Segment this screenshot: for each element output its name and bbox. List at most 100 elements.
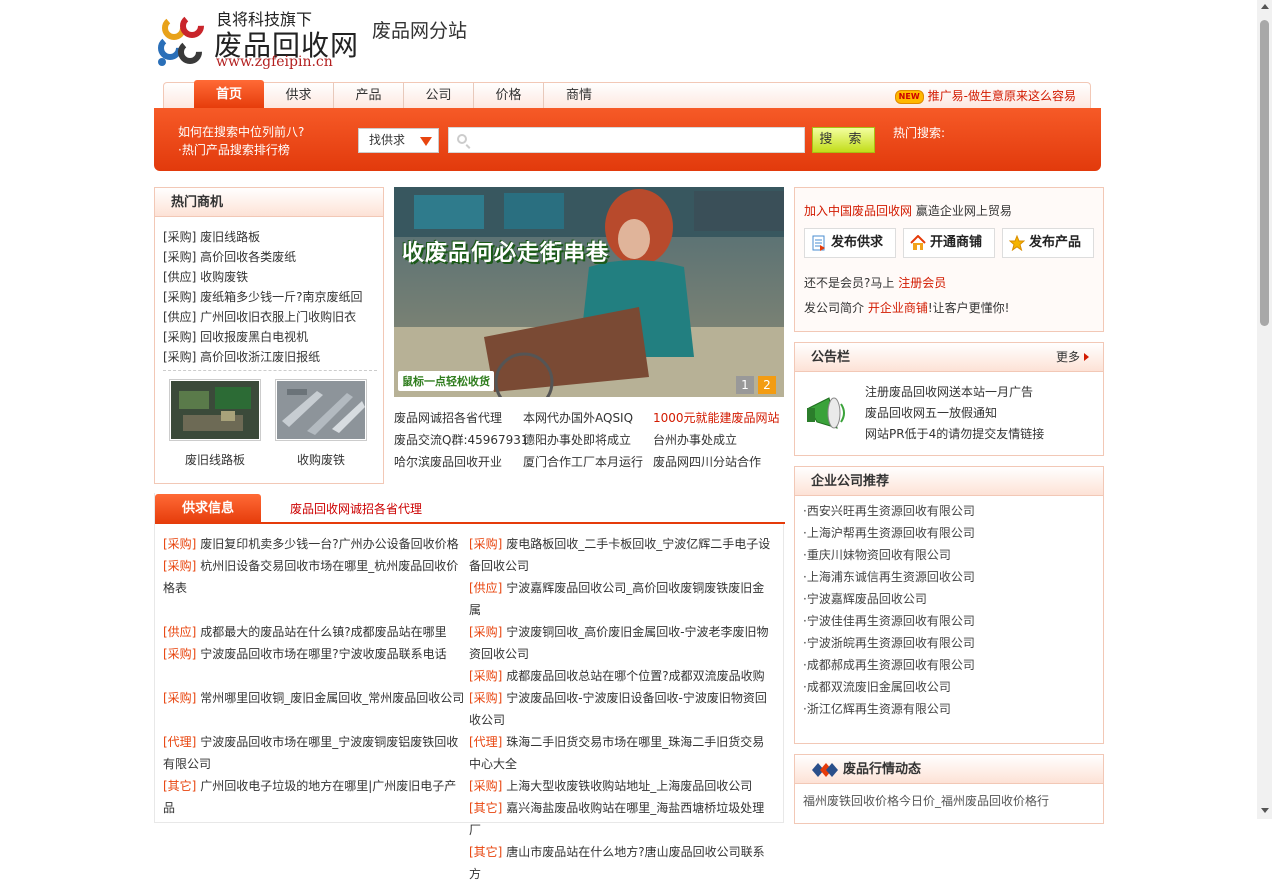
list-item-text: 宁波废品回收市场在哪里_宁波废铜废铝废铁回收有限公司: [163, 735, 459, 771]
list-item-text: 常州哪里回收铜_废旧金属回收_常州废品回收公司: [200, 691, 465, 705]
list-item[interactable]: [采购] 杭州旧设备交易回收市场在哪里_杭州废品回收价格表: [163, 555, 468, 599]
ranking-help-link[interactable]: 如何在搜索中位列前八?: [178, 125, 304, 139]
news-link[interactable]: 废品交流Q群:45967931: [394, 429, 529, 451]
news-link[interactable]: 废品网四川分站合作: [653, 451, 761, 473]
company-item[interactable]: ·成都郝成再生资源回收有限公司: [803, 654, 1103, 676]
hot-panel-title: 热门商机: [155, 188, 383, 217]
news-link[interactable]: 德阳办事处即将成立: [523, 429, 631, 451]
list-item-tag: [采购]: [469, 691, 503, 705]
scroll-down-icon[interactable]: [1261, 808, 1269, 813]
company-item[interactable]: ·宁波佳佳再生资源回收有限公司: [803, 610, 1103, 632]
hot-item[interactable]: [采购] 废旧线路板: [163, 227, 383, 247]
nav-item-prices[interactable]: 价格: [474, 83, 544, 109]
open-shop-button[interactable]: 开通商铺: [903, 228, 995, 258]
search-input[interactable]: [448, 127, 805, 153]
slider-page-1[interactable]: 1: [736, 376, 754, 394]
search-type-select[interactable]: 找供求: [358, 128, 439, 153]
list-item-tag: [供应]: [469, 581, 503, 595]
list-item[interactable]: [其它] 嘉兴海盐废品收购站在哪里_海盐西塘桥垃圾处理厂: [469, 797, 774, 841]
company-item[interactable]: ·宁波嘉辉废品回收公司: [803, 588, 1103, 610]
scrollbar[interactable]: [1257, 0, 1272, 819]
nav-item-products[interactable]: 产品: [334, 83, 404, 109]
circuit-board-thumbnail[interactable]: [169, 379, 261, 441]
list-item[interactable]: [采购] 废电路板回收_二手卡板回收_宁波亿辉二手电子设备回收公司: [469, 533, 774, 577]
list-item-tag: [代理]: [163, 735, 197, 749]
hot-ranking-link[interactable]: ·热门产品搜索排行榜: [178, 143, 290, 157]
company-item[interactable]: ·成都双流废旧金属回收公司: [803, 676, 1103, 698]
nav-item-home[interactable]: 首页: [194, 80, 264, 109]
notice-item[interactable]: 废品回收网五一放假通知: [865, 403, 1044, 424]
notice-header: 公告栏 更多: [795, 343, 1103, 372]
publish-product-button[interactable]: 发布产品: [1002, 228, 1094, 258]
join-link[interactable]: 加入中国废品回收网: [804, 204, 912, 218]
hot-item[interactable]: [采购] 回收报废黑白电视机: [163, 327, 383, 347]
list-item[interactable]: [其它] 广州回收电子垃圾的地方在哪里|广州废旧电子产品: [163, 775, 468, 819]
divider: [163, 370, 377, 371]
nav-item-market[interactable]: 商情: [544, 83, 614, 109]
list-item[interactable]: [采购] 上海大型收废铁收购站地址_上海废品回收公司: [469, 775, 774, 797]
list-item[interactable]: [采购] 废旧复印机卖多少钱一台?广州办公设备回收价格: [163, 533, 468, 555]
publish-supply-button[interactable]: 发布供求: [804, 228, 896, 258]
list-item-text: 宁波废品回收-宁波废旧设备回收-宁波废旧物资回收公司: [469, 691, 767, 727]
list-item[interactable]: [采购] 宁波废铜回收_高价废旧金属回收-宁波老李废旧物资回收公司: [469, 621, 774, 665]
star-icon: [1009, 235, 1025, 251]
search-button[interactable]: 搜 索: [812, 127, 875, 153]
list-item-tag: [其它]: [163, 779, 197, 793]
news-link[interactable]: 废品网诚招各省代理: [394, 407, 502, 429]
news-link[interactable]: 台州办事处成立: [653, 429, 737, 451]
list-item[interactable]: [采购] 宁波废品回收-宁波废旧设备回收-宁波废旧物资回收公司: [469, 687, 774, 731]
hot-item[interactable]: [采购] 高价回收各类废纸: [163, 247, 383, 267]
nav-item-supply[interactable]: 供求: [264, 83, 334, 109]
search-links: 如何在搜索中位列前八? ·热门产品搜索排行榜: [178, 123, 304, 159]
register-line: 还不是会员?马上 注册会员: [804, 274, 946, 291]
news-link[interactable]: 1000元就能建废品网站: [653, 407, 780, 429]
list-item[interactable]: [代理] 宁波废品回收市场在哪里_宁波废铜废铝废铁回收有限公司: [163, 731, 468, 775]
thumb-caption[interactable]: 废旧线路板: [169, 451, 261, 468]
list-item[interactable]: [其它] 唐山市废品站在什么地方?唐山废品回收公司联系方: [469, 841, 774, 885]
register-link[interactable]: 注册会员: [898, 276, 946, 290]
scrap-iron-thumbnail[interactable]: [275, 379, 367, 441]
agent-recruit-link[interactable]: 废品回收网诚招各省代理: [290, 500, 422, 517]
company-item[interactable]: ·重庆川妹物资回收有限公司: [803, 544, 1103, 566]
company-item[interactable]: ·西安兴旺再生资源回收有限公司: [803, 500, 1103, 522]
hot-item[interactable]: [供应] 收购废铁: [163, 267, 383, 287]
list-item[interactable]: [采购] 常州哪里回收铜_废旧金属回收_常州废品回收公司: [163, 687, 468, 709]
list-item[interactable]: [供应] 成都最大的废品站在什么镇?成都废品站在哪里: [163, 621, 468, 643]
scrollbar-thumb[interactable]: [1260, 20, 1269, 326]
list-item[interactable]: [供应] 宁波嘉辉废品回收公司_高价回收废铜废铁废旧金属: [469, 577, 774, 621]
market-item[interactable]: 福州废铁回收价格今日价_福州废品回收价格行: [803, 794, 1049, 808]
open-shop-link[interactable]: 开企业商铺: [868, 301, 928, 315]
list-item[interactable]: [代理] 珠海二手旧货交易市场在哪里_珠海二手旧货交易中心大全: [469, 731, 774, 775]
list-item[interactable]: [采购] 成都废品回收总站在哪个位置?成都双流废品收购: [469, 665, 774, 687]
notice-item[interactable]: 网站PR低于4的请勿提交友情链接: [865, 424, 1044, 445]
thumb-caption[interactable]: 收购废铁: [275, 451, 367, 468]
market-title: 废品行情动态: [843, 762, 922, 777]
hot-item[interactable]: [采购] 高价回收浙江废旧报纸: [163, 347, 383, 367]
slider-page-2[interactable]: 2: [758, 376, 776, 394]
news-link[interactable]: 哈尔滨废品回收开业: [394, 451, 502, 473]
news-link[interactable]: 厦门合作工厂本月运行: [523, 451, 643, 473]
notice-item[interactable]: 注册废品回收网送本站一月广告: [865, 382, 1044, 403]
tab-supply[interactable]: 供求信息: [155, 494, 261, 524]
company-item[interactable]: ·上海沪帮再生资源回收有限公司: [803, 522, 1103, 544]
banner-slider[interactable]: 收废品何必走街串巷 鼠标一点轻松收货 1 2: [394, 187, 784, 397]
promo-link[interactable]: NEW 推广易-做生意原来这么容易: [894, 83, 1076, 109]
news-link[interactable]: 本网代办国外AQSIQ: [523, 407, 633, 429]
site-logo[interactable]: 良将科技旗下 废品回收网 www.zgfeipin.cn 废品网分站: [154, 6, 494, 76]
notice-title: 公告栏: [811, 350, 851, 365]
market-panel: 废品行情动态 福州废铁回收价格今日价_福州废品回收价格行: [794, 754, 1104, 824]
hot-item[interactable]: [供应] 广州回收旧衣服上门收购旧衣: [163, 307, 383, 327]
company-item[interactable]: ·浙江亿辉再生资源有限公司: [803, 698, 1103, 720]
company-item[interactable]: ·宁波浙皖再生资源回收有限公司: [803, 632, 1103, 654]
market-header: 废品行情动态: [795, 755, 1103, 784]
nav-item-companies[interactable]: 公司: [404, 83, 474, 109]
notice-more-link[interactable]: 更多: [1056, 343, 1089, 372]
hot-item[interactable]: [采购] 废纸箱多少钱一斤?南京废纸回: [163, 287, 383, 307]
join-text: 赢造企业网上贸易: [915, 204, 1012, 218]
join-panel: 加入中国废品回收网 赢造企业网上贸易 发布供求 开通商铺 发布产品 还不是会员?…: [794, 187, 1104, 332]
megaphone-icon: [807, 397, 845, 429]
company-item[interactable]: ·上海浦东诚信再生资源回收公司: [803, 566, 1103, 588]
list-item[interactable]: [采购] 宁波废品回收市场在哪里?宁波收废品联系电话: [163, 643, 468, 665]
scroll-up-icon[interactable]: [1261, 4, 1269, 9]
list-item-tag: [采购]: [469, 537, 503, 551]
